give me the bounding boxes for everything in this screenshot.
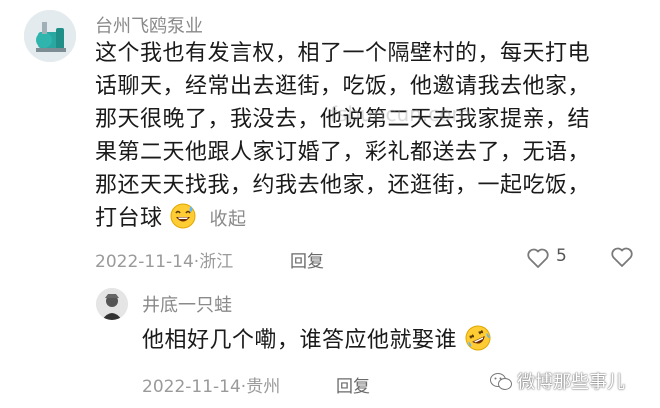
comment-line: 那还天天找我，约我去他家，还逛街，一起吃饭，	[95, 173, 591, 198]
brand-watermark: 微博那些事儿	[490, 368, 625, 394]
brand-watermark-text: 微博那些事儿	[517, 372, 626, 393]
reply-text: 他相好几个嘞，谁答应他就娶谁	[142, 328, 458, 353]
reply-author[interactable]: 井底一只蛙	[142, 291, 232, 317]
comment-meta: 2022-11-14·浙江	[95, 247, 233, 272]
rolling-laughing-emoji-icon	[465, 325, 491, 361]
site-watermark: fsbuncun.com	[330, 102, 471, 126]
comment-last-line: 打台球 收起	[95, 202, 645, 239]
like-button[interactable]: 5	[526, 246, 574, 270]
heart-icon	[527, 248, 549, 268]
reply-avatar-image	[96, 288, 128, 320]
comment-line: 果第二天他跟人家订婚了，彩礼都送去了，无语，	[95, 140, 591, 165]
comment-line: 打台球	[95, 206, 163, 231]
reply-date: 2022-11-14	[142, 377, 241, 397]
reply-button[interactable]: 回复	[290, 247, 324, 272]
comment-location: 浙江	[199, 252, 234, 272]
comment-line: 这个我也有发言权，相了一个隔壁村的，每天打电	[95, 41, 591, 66]
comment-author[interactable]: 台州飞鸥泵业	[95, 12, 203, 38]
wechat-icon	[490, 373, 512, 390]
like-count: 5	[556, 246, 567, 266]
pump-image	[24, 10, 76, 62]
reply-body: 他相好几个嘞，谁答应他就娶谁	[142, 324, 491, 361]
collapse-button[interactable]: 收起	[210, 209, 247, 230]
dislike-icon[interactable]	[610, 246, 634, 270]
comment-line: 话聊天，经常出去逛街，吃饭，他邀请我去他家，	[95, 74, 591, 99]
reply-author-avatar[interactable]	[96, 288, 128, 320]
reply-location: 贵州	[246, 377, 281, 397]
comment-date: 2022-11-14	[95, 252, 194, 272]
comment-body: 这个我也有发言权，相了一个隔壁村的，每天打电 话聊天，经常出去逛街，吃饭，他邀请…	[95, 37, 645, 239]
author-avatar[interactable]	[24, 10, 76, 62]
reply-meta: 2022-11-14·贵州	[142, 372, 280, 397]
grinning-sweat-emoji-icon	[170, 203, 196, 239]
reply-reply-button[interactable]: 回复	[336, 372, 370, 397]
